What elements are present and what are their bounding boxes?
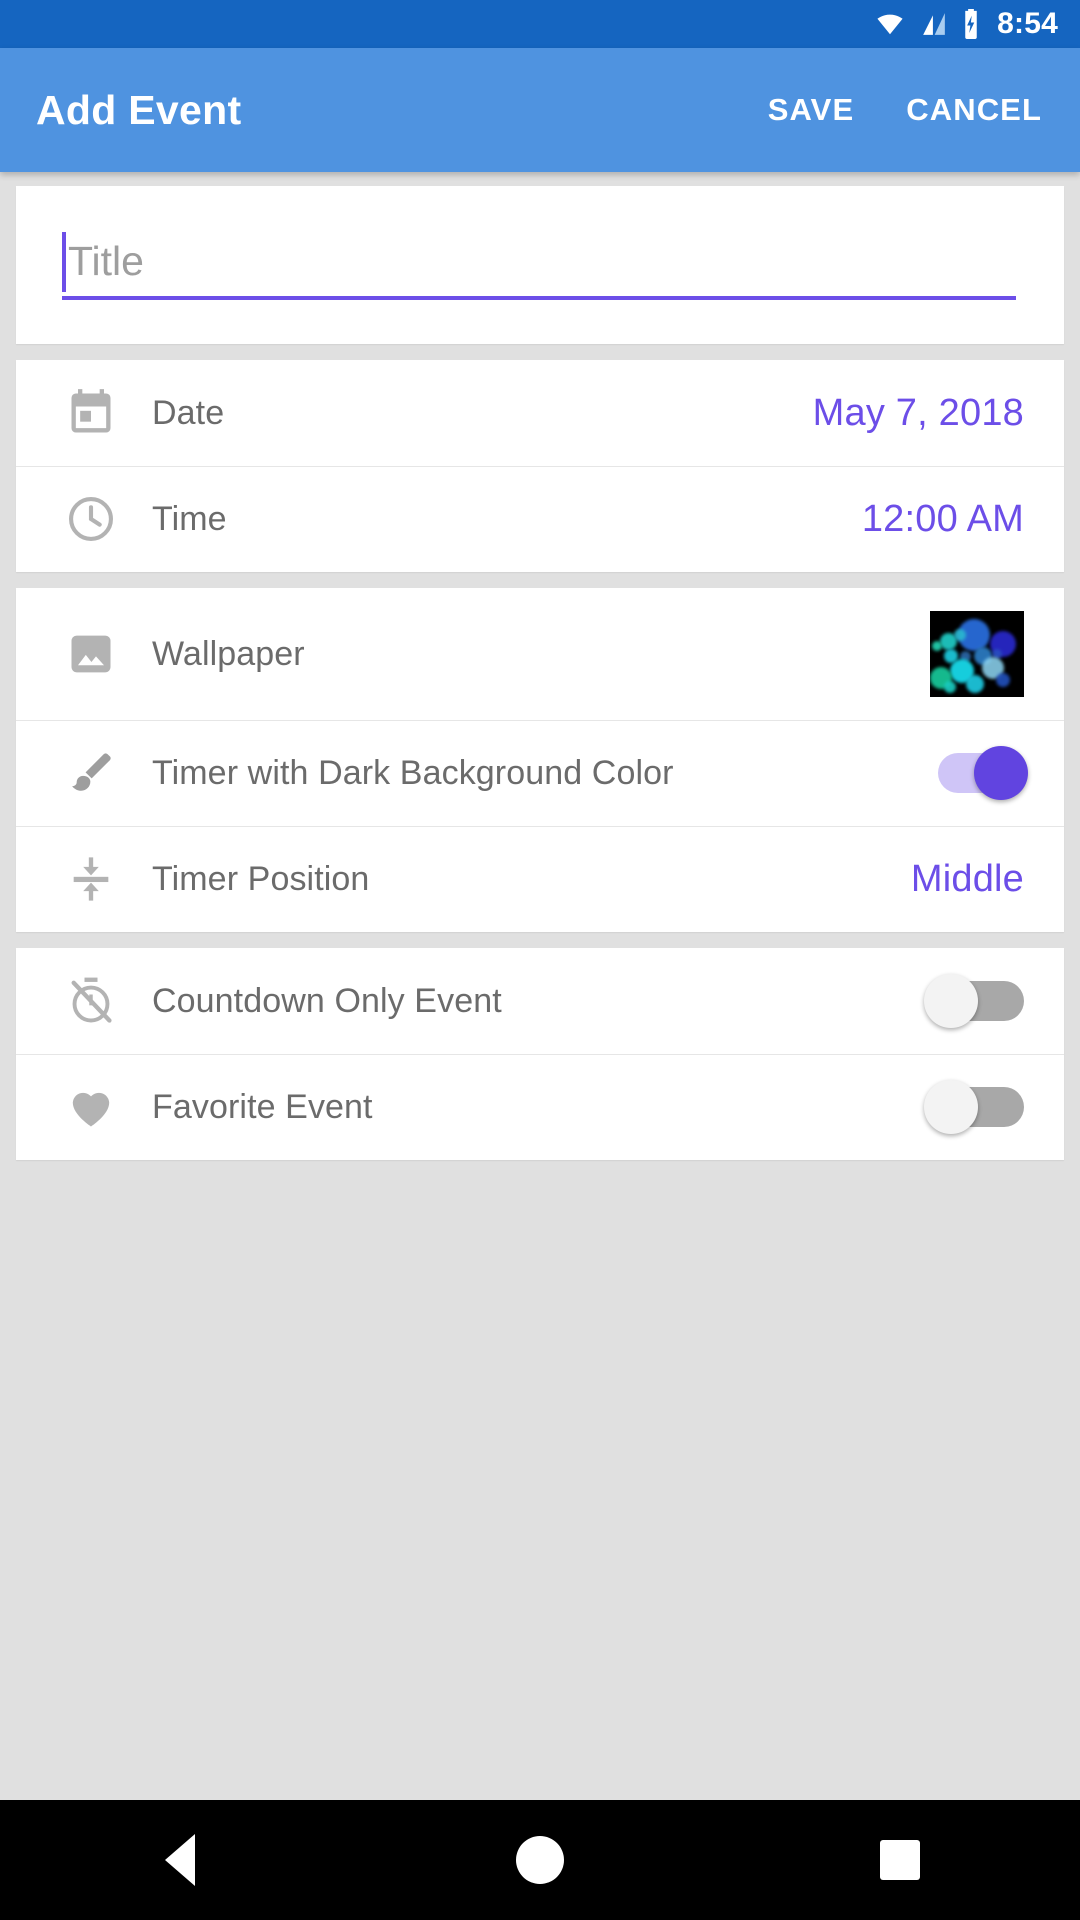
time-value[interactable]: 12:00 AM xyxy=(862,498,1024,541)
app-bar: Add Event SAVE CANCEL xyxy=(0,48,1080,172)
dark-background-label: Timer with Dark Background Color xyxy=(152,753,674,792)
vertical-align-center-icon xyxy=(62,850,120,908)
wallpaper-label: Wallpaper xyxy=(152,634,305,673)
date-value[interactable]: May 7, 2018 xyxy=(813,392,1024,435)
cancel-button[interactable]: CANCEL xyxy=(906,92,1042,128)
image-icon xyxy=(62,625,120,683)
countdown-only-row[interactable]: Countdown Only Event xyxy=(16,948,1064,1054)
options-card: Countdown Only Event Favorite Event xyxy=(16,948,1064,1160)
save-button[interactable]: SAVE xyxy=(768,92,855,128)
cell-signal-icon xyxy=(918,11,950,37)
status-bar-clock: 8:54 xyxy=(997,7,1058,40)
calendar-icon xyxy=(62,384,120,442)
timer-off-icon xyxy=(62,972,120,1030)
nav-home-button[interactable] xyxy=(445,1800,635,1920)
appearance-card: Wallpaper Timer with Dark Background Col… xyxy=(16,588,1064,932)
brush-icon xyxy=(62,744,120,802)
clock-icon xyxy=(62,490,120,548)
wallpaper-thumbnail[interactable] xyxy=(930,611,1024,697)
switch-thumb xyxy=(924,974,978,1028)
timer-position-row[interactable]: Timer Position Middle xyxy=(16,826,1064,932)
date-row[interactable]: Date May 7, 2018 xyxy=(16,360,1064,466)
heart-icon xyxy=(62,1078,120,1136)
favorite-event-switch[interactable] xyxy=(924,1078,1024,1136)
page-title: Add Event xyxy=(36,86,242,133)
title-input[interactable] xyxy=(62,226,1018,296)
countdown-only-label: Countdown Only Event xyxy=(152,981,502,1020)
title-card xyxy=(16,186,1064,344)
date-label: Date xyxy=(152,393,225,432)
input-underline xyxy=(62,296,1016,300)
wallpaper-row[interactable]: Wallpaper xyxy=(16,588,1064,720)
favorite-event-label: Favorite Event xyxy=(152,1087,373,1126)
nav-back-button[interactable] xyxy=(85,1800,275,1920)
battery-charging-icon xyxy=(961,9,981,39)
wifi-icon xyxy=(873,11,907,37)
back-triangle-icon xyxy=(165,1834,195,1886)
time-row[interactable]: Time 12:00 AM xyxy=(16,466,1064,572)
dark-background-switch[interactable] xyxy=(924,744,1028,802)
text-caret xyxy=(62,232,66,292)
home-circle-icon xyxy=(516,1836,564,1884)
status-bar: 8:54 xyxy=(0,0,1080,48)
favorite-event-row[interactable]: Favorite Event xyxy=(16,1054,1064,1160)
timer-position-label: Timer Position xyxy=(152,859,370,898)
switch-thumb xyxy=(924,1080,978,1134)
switch-thumb xyxy=(974,746,1028,800)
form-content: Date May 7, 2018 Time 12:00 AM Wallp xyxy=(0,172,1080,1848)
dark-background-row[interactable]: Timer with Dark Background Color xyxy=(16,720,1064,826)
recents-square-icon xyxy=(880,1840,920,1880)
nav-recents-button[interactable] xyxy=(805,1800,995,1920)
datetime-card: Date May 7, 2018 Time 12:00 AM xyxy=(16,360,1064,572)
time-label: Time xyxy=(152,499,227,538)
android-navigation-bar xyxy=(0,1800,1080,1920)
countdown-only-switch[interactable] xyxy=(924,972,1024,1030)
timer-position-value[interactable]: Middle xyxy=(911,858,1024,901)
title-field xyxy=(62,226,1018,310)
